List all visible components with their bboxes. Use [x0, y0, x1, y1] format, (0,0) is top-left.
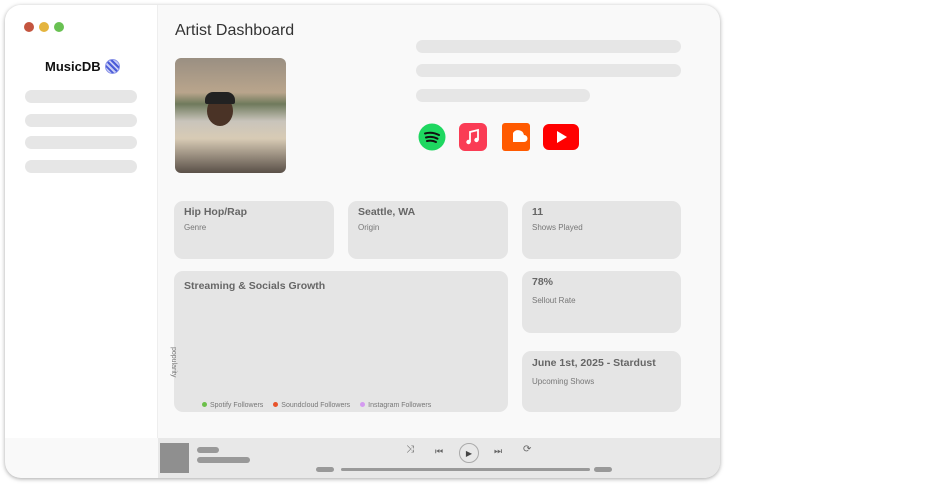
- origin-card: Seattle, WA Origin: [348, 201, 508, 259]
- sellout-label: Sellout Rate: [532, 296, 576, 305]
- sidebar-item-placeholder[interactable]: [25, 90, 137, 103]
- sellout-value: 78%: [532, 276, 554, 288]
- window-controls: [24, 22, 64, 32]
- upcoming-shows-card: June 1st, 2025 - Stardust Upcoming Shows: [522, 351, 681, 412]
- genre-card: Hip Hop/Rap Genre: [174, 201, 334, 259]
- progress-bar[interactable]: [341, 468, 590, 471]
- page-title: Artist Dashboard: [175, 22, 295, 39]
- text-placeholder: [416, 89, 590, 102]
- brand: MusicDB: [45, 59, 120, 74]
- maximize-button[interactable]: [54, 22, 64, 32]
- legend-item-spotify[interactable]: Spotify Followers: [202, 402, 263, 409]
- track-title-placeholder: [197, 447, 219, 453]
- sellout-card: 78% Sellout Rate: [522, 271, 681, 333]
- close-button[interactable]: [24, 22, 34, 32]
- play-icon: ▶: [465, 448, 473, 458]
- track-artwork: [160, 443, 189, 473]
- globe-logo-icon: [104, 59, 120, 74]
- artist-photo: [175, 58, 286, 173]
- origin-label: Origin: [358, 223, 380, 232]
- upcoming-value: June 1st, 2025 - Stardust: [532, 357, 656, 369]
- sidebar-item-placeholder[interactable]: [25, 136, 137, 149]
- chart-title: Streaming & Socials Growth: [184, 280, 326, 292]
- chart-y-axis-label: popularity: [170, 347, 177, 378]
- growth-chart-card: Streaming & Socials Growth: [174, 271, 508, 412]
- text-placeholder: [416, 40, 681, 53]
- genre-value: Hip Hop/Rap: [184, 206, 247, 218]
- shows-label: Shows Played: [532, 223, 583, 232]
- spotify-icon[interactable]: [418, 123, 446, 151]
- shows-value: 11: [532, 206, 544, 218]
- repeat-icon[interactable]: ⟳: [523, 444, 531, 455]
- play-button[interactable]: ▶: [459, 443, 479, 463]
- previous-icon[interactable]: ⏮: [435, 446, 443, 457]
- brand-name: MusicDB: [45, 59, 101, 74]
- upcoming-label: Upcoming Shows: [532, 377, 595, 386]
- chart-legend: Spotify Followers Soundcloud Followers I…: [202, 402, 431, 409]
- genre-label: Genre: [184, 223, 207, 232]
- next-icon[interactable]: ⏭: [494, 446, 502, 457]
- shuffle-icon[interactable]: ⤨: [406, 444, 414, 455]
- player-bar: ⤨ ⏮ ▶ ⏭ ⟳: [158, 438, 720, 478]
- sidebar-item-placeholder[interactable]: [25, 114, 137, 127]
- elapsed-time-placeholder: [316, 467, 334, 472]
- legend-item-instagram[interactable]: Instagram Followers: [360, 402, 431, 409]
- apple-music-icon[interactable]: [459, 123, 487, 151]
- track-artist-placeholder: [197, 457, 250, 463]
- duration-placeholder: [594, 467, 612, 472]
- app-window: MusicDB Artist Dashboard Hip Hop/Rap Gen…: [5, 5, 720, 478]
- text-placeholder: [416, 64, 681, 77]
- origin-value: Seattle, WA: [358, 206, 416, 218]
- sidebar-item-placeholder[interactable]: [25, 160, 137, 173]
- shows-played-card: 11 Shows Played: [522, 201, 681, 259]
- soundcloud-icon[interactable]: [502, 123, 530, 151]
- minimize-button[interactable]: [39, 22, 49, 32]
- sidebar: MusicDB: [5, 5, 158, 438]
- legend-item-soundcloud[interactable]: Soundcloud Followers: [273, 402, 350, 409]
- youtube-icon[interactable]: [543, 123, 579, 151]
